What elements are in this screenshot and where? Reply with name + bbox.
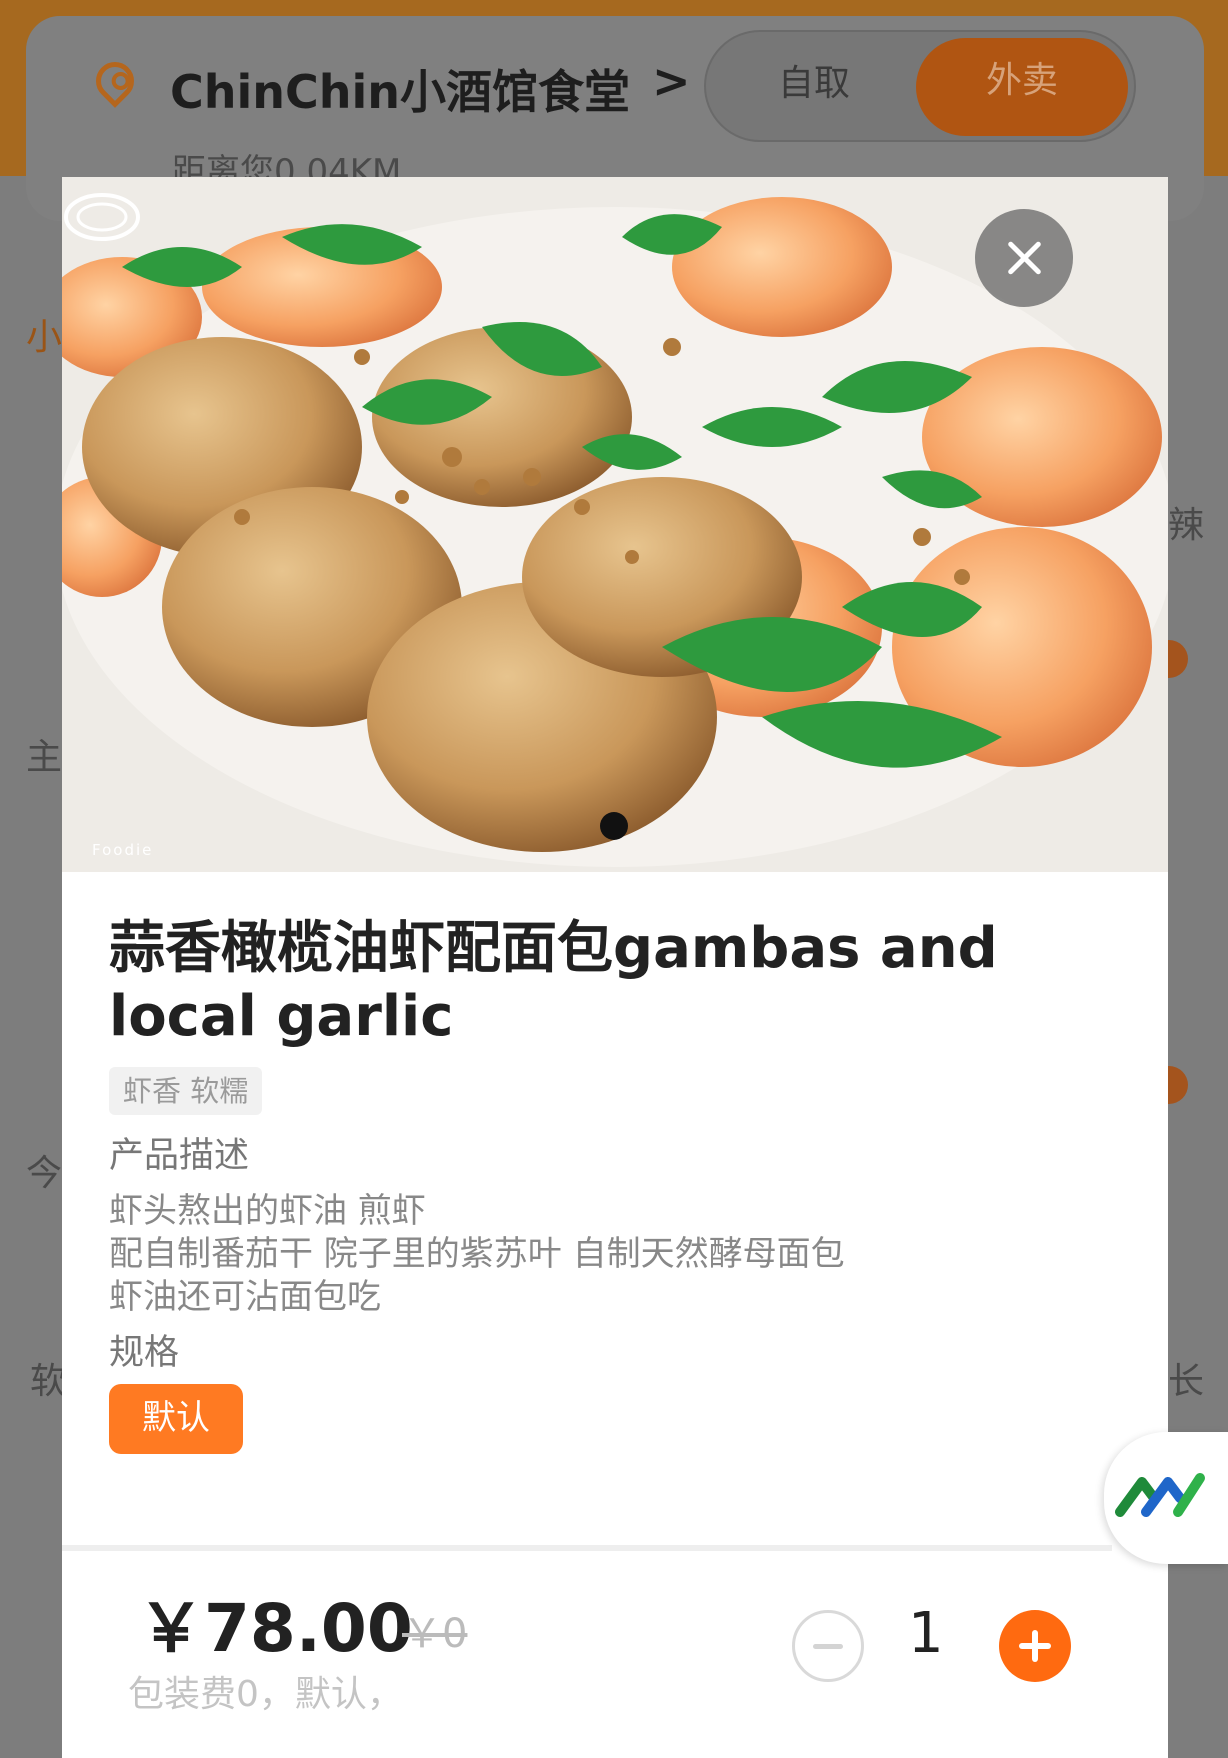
description-line: 虾油还可沾面包吃 [109, 1277, 381, 1317]
menu-category-fragment[interactable]: 主 [26, 728, 62, 780]
chevron-right-icon[interactable]: > [652, 54, 691, 108]
menu-category-fragment[interactable]: 小 [26, 308, 62, 360]
foodie-watermark-icon [64, 193, 140, 241]
quantity-value: 1 [908, 1601, 944, 1666]
product-title: 蒜香橄榄油虾配面包gambas and local garlic [109, 916, 998, 1049]
original-price: ￥0 [402, 1611, 468, 1657]
background-add-button [1168, 640, 1188, 678]
store-name[interactable]: ChinChin小酒馆食堂 [170, 56, 630, 122]
description-line: 配自制番茄干 院子里的紫苏叶 自制天然酵母面包 [109, 1234, 845, 1274]
quantity-increase-button[interactable] [999, 1610, 1071, 1682]
menu-category-fragment[interactable]: 软 [30, 1352, 66, 1404]
minus-icon [813, 1644, 843, 1649]
description-label: 产品描述 [109, 1136, 250, 1176]
product-price: ￥78.00 [138, 1590, 413, 1667]
close-icon [1004, 238, 1044, 278]
background-text-fragment: 长 [1168, 1361, 1205, 1402]
product-tags: 虾香 软糯 [109, 1067, 263, 1115]
mode-pickup[interactable]: 自取 [778, 54, 850, 106]
close-button[interactable] [975, 209, 1073, 307]
carousel-indicator-dot[interactable] [600, 812, 628, 840]
package-fee-text: 包装费0，默认， [128, 1674, 403, 1715]
floating-assistant-button[interactable] [1104, 1432, 1228, 1564]
assistant-logo-icon [1115, 1473, 1205, 1517]
spec-option-default[interactable]: 默认 [109, 1384, 243, 1454]
spec-label: 规格 [109, 1333, 180, 1373]
product-image[interactable]: Foodie [62, 177, 1168, 872]
footer-divider [62, 1545, 1112, 1551]
background-text-fragment: 辣 [1168, 505, 1205, 546]
menu-category-fragment[interactable]: 今 [26, 1144, 62, 1196]
mode-delivery[interactable]: 外卖 [916, 38, 1128, 136]
description-line: 虾头熬出的虾油 煎虾 [109, 1191, 426, 1231]
product-detail-modal: Foodie 蒜香橄榄油虾配面包gambas and local garlic … [62, 177, 1168, 1758]
quantity-decrease-button[interactable] [792, 1610, 864, 1682]
background-add-button [1168, 1066, 1188, 1104]
plus-icon [999, 1610, 1071, 1682]
order-mode-toggle[interactable]: 自取 外卖 [704, 30, 1136, 142]
image-watermark-text: Foodie [92, 841, 154, 859]
